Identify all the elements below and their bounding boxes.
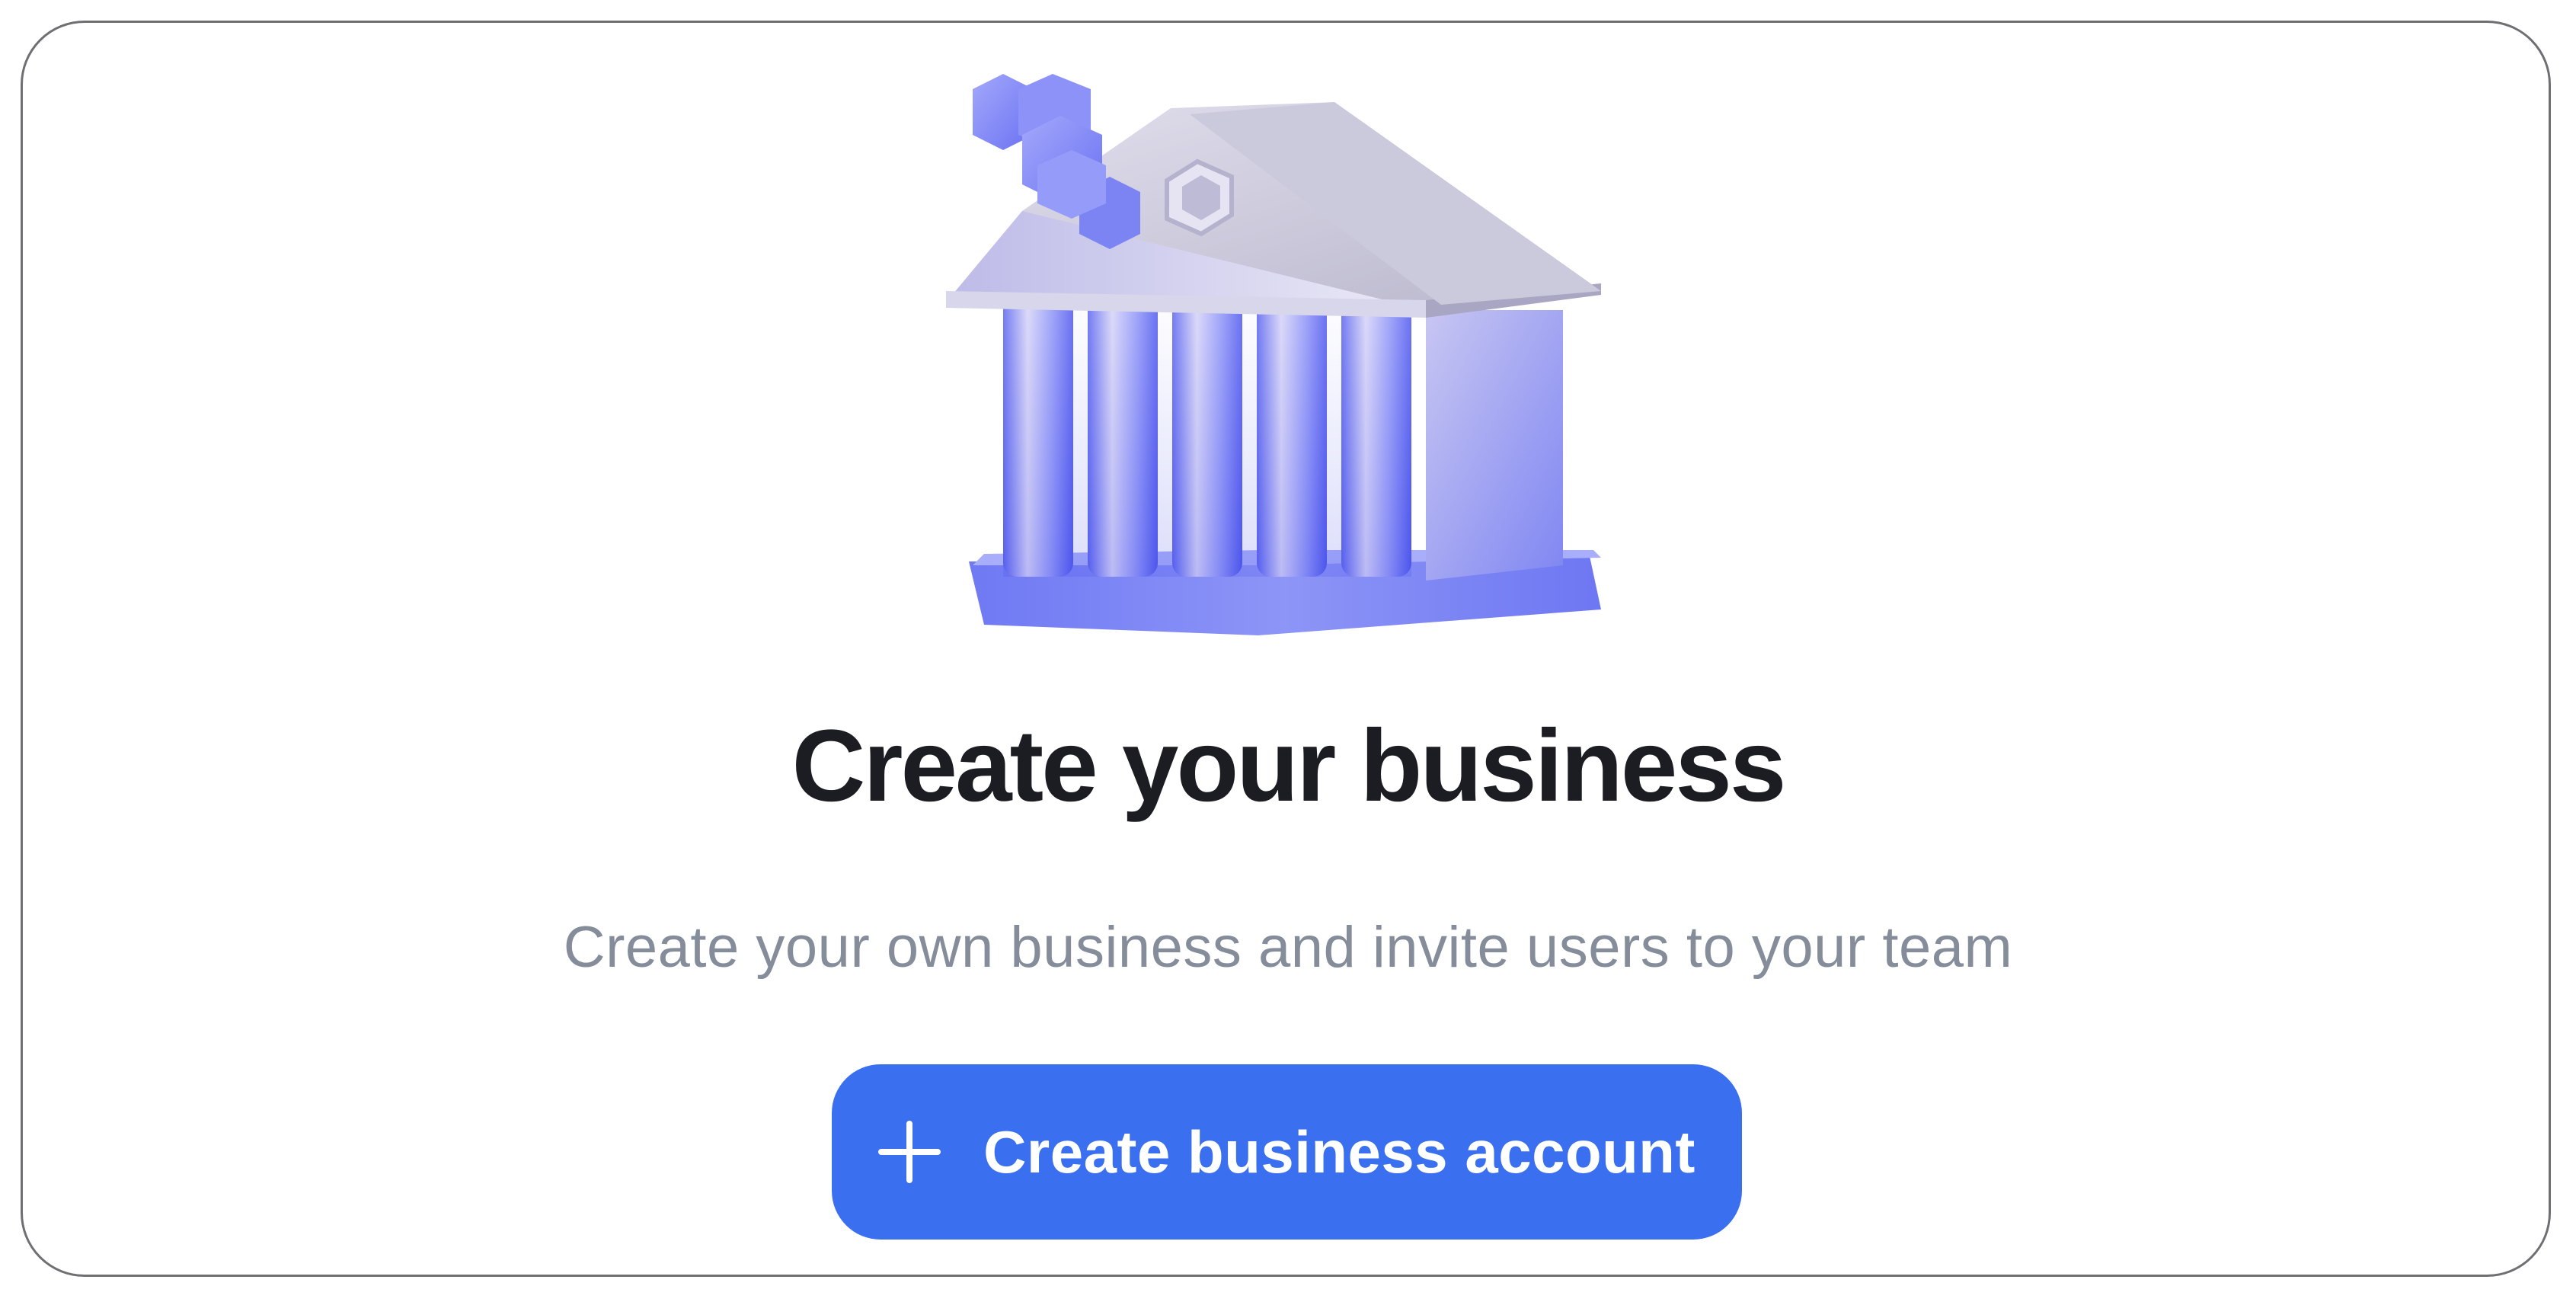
create-business-account-button[interactable]: Create business account	[832, 1064, 1742, 1240]
page: Create your business Create your own bus…	[0, 0, 2576, 1302]
bank-building-illustration	[938, 62, 1624, 649]
page-subtitle: Create your own business and invite user…	[563, 915, 2013, 980]
create-business-account-label: Create business account	[983, 1118, 1695, 1185]
plus-icon	[878, 1121, 941, 1183]
page-title: Create your business	[791, 709, 1787, 823]
